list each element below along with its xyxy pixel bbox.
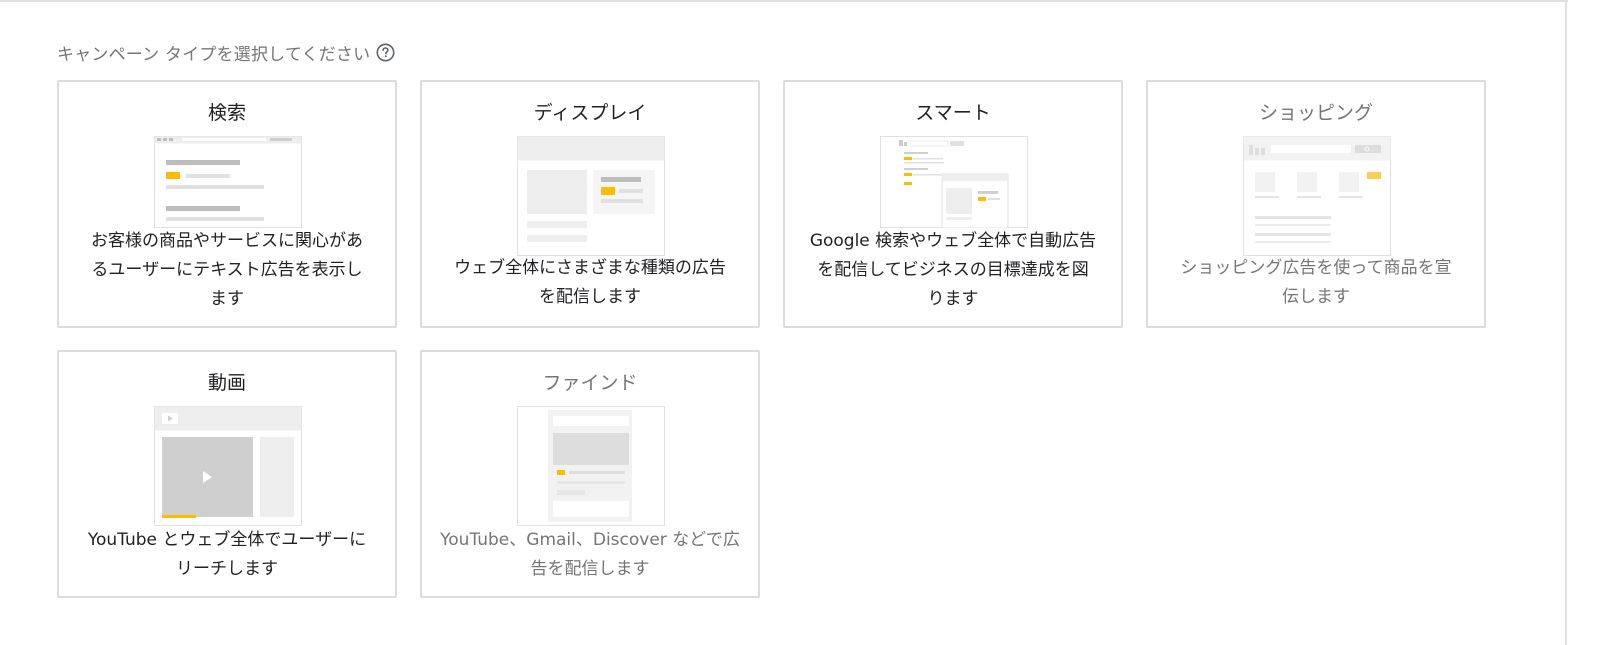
campaign-card-discovery[interactable]: ファインド YouTube、Gmail、Discover などで広 告を配信しま… [420,350,760,598]
card-description: ショッピング広告を使って商品を宣 伝します [1180,258,1452,307]
card-description: お客様の商品やサービスに関心があ るユーザーにテキスト広告を表示し ます [91,231,363,309]
card-title: スマート [915,102,991,124]
card-description: YouTube とウェブ全体でユーザーに リーチします [87,530,367,579]
card-title: ディスプレイ [533,102,647,124]
heading-text: キャンペーン タイプを選択してください [57,44,371,65]
card-description: Google 検索やウェブ全体で自動広告 を配信してビジネスの目標達成を図 りま… [809,231,1097,309]
shopping-ad-illustration [1243,136,1391,256]
card-description: YouTube、Gmail、Discover などで広 告を配信します [440,530,740,579]
campaign-card-smart[interactable]: スマート Google 検索やウェブ全体で自動広告 を配信してビジネスの目標達成… [783,80,1123,328]
display-ad-illustration [517,136,665,256]
discovery-ad-illustration [517,406,665,526]
smart-ad-illustration [880,136,1028,228]
campaign-card-video[interactable]: 動画 YouTube とウェブ全体でユーザーに リーチします [57,350,397,598]
campaign-card-search[interactable]: 検索 お客様の商品やサービスに関心があ るユーザーにテキスト広告を表示し ます [57,80,397,328]
card-title: 動画 [207,372,246,394]
campaign-card-shopping[interactable]: ショッピング ショッピング広告を使って商品を宣 伝します [1146,80,1486,328]
help-icon[interactable] [376,43,395,62]
top-border [0,0,1568,2]
search-ad-illustration [154,136,302,228]
card-description: ウェブ全体にさまざまな種類の広告 を配信します [454,258,726,307]
card-title: ファインド [542,372,638,394]
card-title: ショッピング [1258,102,1373,124]
campaign-card-display[interactable]: ディスプレイ ウェブ全体にさまざまな種類の広告 を配信します [420,80,760,328]
card-title: 検索 [207,102,246,124]
section-heading: キャンペーン タイプを選択してください [57,40,395,65]
right-border [1565,0,1567,645]
video-ad-illustration [154,406,302,526]
